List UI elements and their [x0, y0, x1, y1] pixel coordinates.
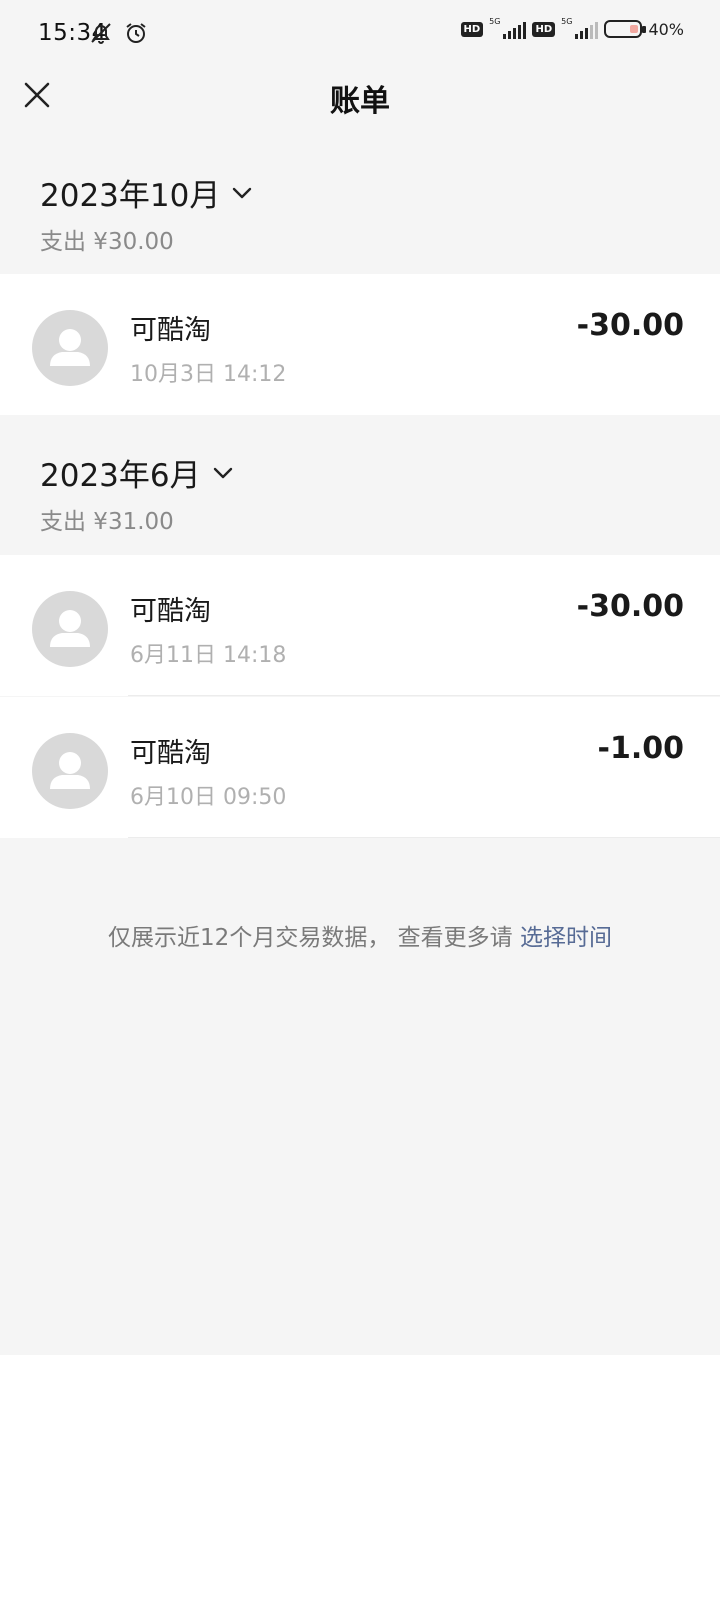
- history-limit-note: 仅展示近12个月交易数据， 查看更多请 选择时间: [0, 918, 720, 952]
- status-bar: 15:34 HD 5G HD 5G 40%: [0, 0, 720, 64]
- user-icon: [50, 752, 90, 789]
- transaction-row[interactable]: 可酷淘 6月10日 09:50 -1.00: [0, 697, 720, 838]
- month-selector[interactable]: 2023年6月: [40, 450, 233, 495]
- merchant-name: 可酷淘: [130, 315, 211, 346]
- signal-icon: [503, 19, 527, 39]
- month-section-header: 2023年6月 支出 ¥31.00: [0, 420, 720, 553]
- row-divider: [128, 695, 720, 696]
- transaction-date: 6月11日 14:18: [130, 643, 287, 668]
- transaction-amount: -1.00: [597, 731, 684, 766]
- transaction-date: 6月10日 09:50: [130, 785, 287, 810]
- hd-badge-2: HD: [532, 21, 556, 37]
- user-icon: [50, 610, 90, 647]
- merchant-name: 可酷淘: [130, 738, 211, 769]
- chevron-down-icon: [213, 467, 232, 478]
- nav-header: 账单: [0, 64, 720, 140]
- transaction-amount: -30.00: [576, 308, 684, 343]
- merchant-name: 可酷淘: [130, 596, 211, 627]
- select-time-link[interactable]: 选择时间: [520, 925, 612, 951]
- page-title: 账单: [330, 84, 390, 119]
- signal-icon-2: [575, 19, 599, 39]
- bell-off-icon: [91, 23, 111, 44]
- avatar: [32, 733, 108, 809]
- row-divider: [128, 837, 720, 838]
- network-type: 5G: [489, 16, 501, 26]
- hd-badge: HD: [460, 21, 484, 37]
- transaction-date: 10月3日 14:12: [130, 362, 287, 387]
- transaction-row[interactable]: 可酷淘 6月11日 14:18 -30.00: [0, 555, 720, 696]
- month-selector[interactable]: 2023年10月: [40, 170, 252, 215]
- month-title: 2023年10月: [40, 178, 221, 214]
- network-type-2: 5G: [561, 16, 573, 26]
- alarm-icon: [126, 23, 146, 43]
- month-summary: 支出 ¥31.00: [40, 509, 174, 535]
- note-text: 仅展示近12个月交易数据， 查看更多请: [108, 925, 520, 951]
- battery-level: 40%: [648, 19, 684, 39]
- battery-icon: [604, 20, 647, 38]
- avatar: [32, 591, 108, 667]
- chevron-down-icon: [233, 187, 252, 198]
- transaction-amount: -30.00: [576, 589, 684, 624]
- transaction-row[interactable]: 可酷淘 10月3日 14:12 -30.00: [0, 274, 720, 415]
- month-section-header: 2023年10月 支出 ¥30.00: [0, 140, 720, 273]
- status-icons-right: HD 5G HD 5G 40%: [460, 16, 684, 39]
- month-title: 2023年6月: [40, 458, 201, 494]
- month-summary: 支出 ¥30.00: [40, 229, 174, 255]
- user-icon: [50, 329, 90, 366]
- status-icons-left: [88, 20, 149, 46]
- avatar: [32, 310, 108, 386]
